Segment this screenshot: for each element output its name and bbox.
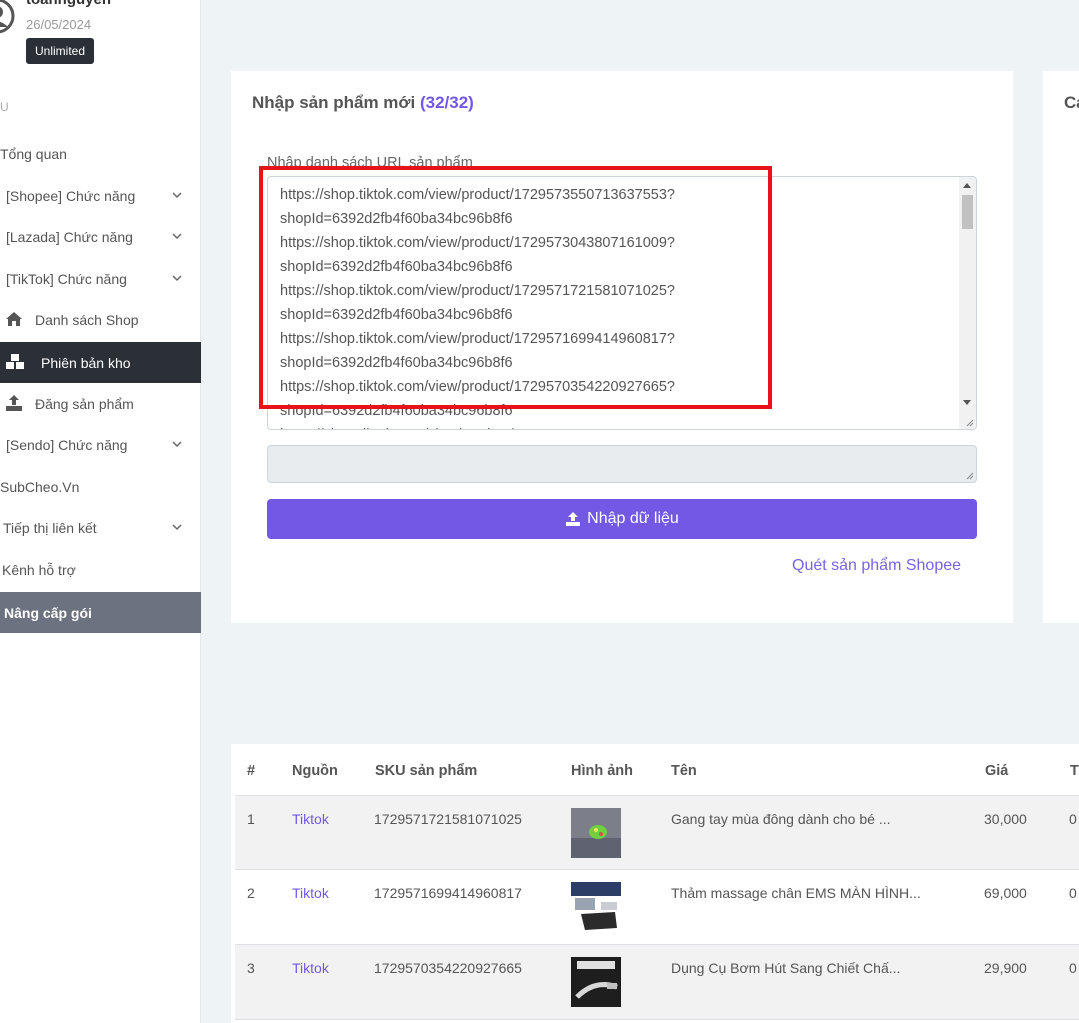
row-sku: 1729570354220927665 (374, 960, 522, 976)
scan-shopee-link[interactable]: Quét sản phẩm Shopee (792, 557, 961, 575)
card-title-text: Nhập sản phẩm mới (252, 93, 416, 112)
sidebar-item-lazada[interactable]: [Lazada] Chức năng (0, 216, 201, 257)
table-header-sku: SKU sản phẩm (375, 763, 478, 779)
sidebar-item-label: Tổng quan (0, 145, 67, 162)
row-price: 30,000 (984, 811, 1027, 827)
user-avatar-icon (0, 0, 15, 34)
side-card: Cá (1043, 71, 1079, 623)
sidebar-item-label: Đăng sản phẩm (35, 395, 134, 412)
table-header-name: Tên (671, 763, 697, 779)
chevron-down-icon (172, 441, 182, 448)
chevron-down-icon (172, 233, 182, 240)
sidebar-item-sendo[interactable]: [Sendo] Chức năng (0, 424, 201, 465)
product-thumbnail (571, 882, 621, 932)
chevron-down-icon (172, 275, 182, 282)
sidebar-item-upgrade[interactable]: Nâng cấp gói (0, 592, 201, 633)
sidebar-item-label: SubCheo.Vn (0, 478, 80, 495)
sidebar-item-shopee[interactable]: [Shopee] Chức năng (0, 175, 201, 216)
sidebar-item-label: Nâng cấp gói (4, 604, 92, 621)
chevron-down-icon (172, 192, 182, 199)
highlight-annotation-box (259, 166, 772, 409)
sidebar: toannguyen 26/05/2024 Unlimited U Tổng q… (0, 0, 201, 1023)
table-header-extra: T (1070, 763, 1079, 779)
chevron-down-icon (172, 524, 182, 531)
import-data-button[interactable]: Nhập dữ liệu (267, 499, 977, 539)
plan-badge: Unlimited (26, 38, 95, 64)
sidebar-item-label: [TikTok] Chức năng (6, 270, 127, 287)
resize-grip-icon[interactable] (964, 417, 974, 427)
table-header-index: # (247, 763, 256, 779)
product-count: (32/32) (419, 93, 474, 112)
row-extra: 0 (1069, 811, 1077, 827)
cubes-icon (6, 354, 24, 369)
row-source-link[interactable]: Tiktok (292, 811, 329, 827)
table-row[interactable]: 2 Tiktok 1729571699414960817 Thảm massag… (235, 870, 1079, 945)
row-sku: 1729571721581071025 (374, 811, 522, 827)
row-index: 1 (247, 811, 255, 827)
sidebar-item-tiktok[interactable]: [TikTok] Chức năng (0, 258, 201, 299)
scrollbar-thumb[interactable] (962, 195, 973, 229)
side-card-title: Cá (1064, 93, 1079, 112)
import-data-label: Nhập dữ liệu (587, 510, 679, 527)
sidebar-item-warehouse-version[interactable]: Phiên bản kho (0, 342, 201, 383)
sidebar-item-label: [Lazada] Chức năng (6, 228, 133, 245)
sidebar-item-post-product[interactable]: Đăng sản phẩm (0, 383, 201, 424)
row-source-link[interactable]: Tiktok (292, 960, 329, 976)
table-header-price: Giá (985, 763, 1009, 779)
url-line: https://shop.tiktok.com/view/product/172… (280, 423, 960, 429)
scroll-up-icon[interactable] (963, 183, 971, 188)
sidebar-item-subcheo[interactable]: SubCheo.Vn (0, 466, 201, 507)
sidebar-item-label: Kênh hỗ trợ (2, 561, 76, 578)
home-icon (6, 312, 22, 326)
sidebar-item-label: Danh sách Shop (35, 311, 139, 328)
row-index: 3 (247, 960, 255, 976)
row-sku: 1729571699414960817 (374, 885, 522, 901)
row-price: 29,900 (984, 960, 1027, 976)
row-name: Dụng Cụ Bơm Hút Sang Chiết Chấ... (671, 960, 901, 976)
product-table: # Nguồn SKU sản phẩm Hình ảnh Tên Giá T … (231, 744, 1079, 1023)
row-price: 69,000 (984, 885, 1027, 901)
row-extra: 0 (1069, 885, 1077, 901)
sidebar-item-shop-list[interactable]: Danh sách Shop (0, 299, 201, 340)
menu-heading: U (0, 100, 9, 114)
scroll-down-icon[interactable] (963, 400, 971, 405)
table-row[interactable]: 3 Tiktok 1729570354220927665 Dụng Cụ Bơm… (235, 945, 1079, 1020)
sidebar-item-label: Tiếp thị liên kết (3, 519, 97, 536)
table-header-source: Nguồn (292, 763, 338, 779)
sidebar-item-affiliate[interactable]: Tiếp thị liên kết (0, 507, 201, 548)
secondary-textarea[interactable] (267, 445, 977, 483)
row-index: 2 (247, 885, 255, 901)
join-date: 26/05/2024 (26, 17, 92, 32)
product-thumbnail (571, 957, 621, 1007)
row-name: Gang tay mùa đông dành cho bé ... (671, 811, 891, 827)
row-extra: 0 (1069, 960, 1077, 976)
row-source-link[interactable]: Tiktok (292, 885, 329, 901)
username: toannguyen (26, 0, 111, 8)
sidebar-item-label: Phiên bản kho (41, 354, 131, 371)
sidebar-item-support[interactable]: Kênh hỗ trợ (0, 549, 201, 590)
upload-icon (566, 512, 581, 526)
row-name: Thảm massage chân EMS MÀN HÌNH... (671, 885, 921, 901)
upload-icon (6, 395, 22, 411)
sidebar-item-label: [Shopee] Chức năng (6, 187, 136, 204)
sidebar-item-label: [Sendo] Chức năng (6, 436, 128, 453)
textarea-scrollbar[interactable] (959, 177, 976, 429)
table-row[interactable]: 1 Tiktok 1729571721581071025 Gang tay mù… (235, 795, 1079, 870)
resize-grip-icon[interactable] (964, 470, 974, 480)
sidebar-item-overview[interactable]: Tổng quan (0, 133, 201, 174)
card-title: Nhập sản phẩm mới (32/32) (252, 93, 474, 113)
product-thumbnail (571, 808, 621, 858)
table-header-image: Hình ảnh (571, 763, 634, 779)
